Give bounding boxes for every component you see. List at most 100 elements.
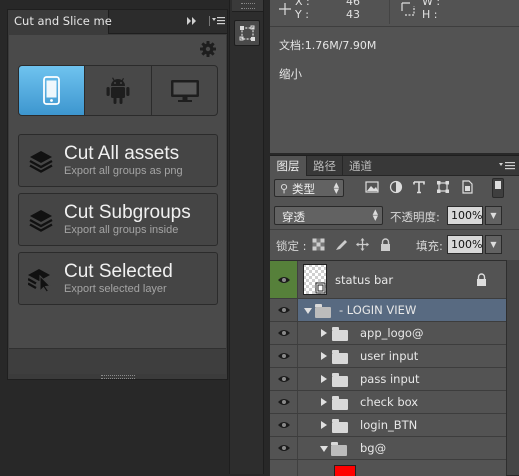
layer-name: - LOGIN VIEW	[339, 303, 417, 317]
lock-pixels-icon[interactable]	[335, 238, 348, 251]
panel-footer	[9, 348, 226, 379]
layer-row-bg[interactable]: bg@	[270, 437, 506, 460]
cut-subgroups-button[interactable]: Cut Subgroups Export all groups inside	[18, 193, 218, 246]
folder-open-icon	[331, 442, 347, 456]
shape-filter-icon[interactable]	[436, 180, 450, 194]
h-label: H :	[422, 8, 438, 21]
layer-row-app-logo[interactable]: app_logo@	[270, 322, 506, 345]
expand-arrow-icon[interactable]	[304, 308, 312, 314]
fill-label: 填充:	[416, 239, 443, 253]
collapsed-arrow-icon[interactable]	[321, 421, 327, 429]
opacity-dropdown-button[interactable]: ▼	[485, 206, 502, 225]
search-icon: ⚲	[280, 182, 289, 195]
eye-icon	[278, 422, 290, 428]
cut-selected-button[interactable]: Cut Selected Export selected layer	[18, 252, 218, 305]
layer-name: user input	[360, 349, 419, 363]
panel-dock-strip	[229, 0, 264, 474]
visibility-toggle[interactable]	[270, 322, 298, 344]
dock-grip[interactable]	[241, 3, 255, 9]
zoom-status: 缩小	[279, 67, 302, 81]
layer-name: check box	[360, 395, 419, 409]
visibility-toggle[interactable]	[270, 368, 298, 390]
layers-cursor-icon	[28, 269, 52, 292]
visibility-toggle[interactable]	[270, 261, 298, 298]
layer-row-login-view[interactable]: - LOGIN VIEW	[270, 299, 506, 322]
lock-position-icon[interactable]	[356, 238, 369, 251]
layer-filter-select[interactable]: ⚲ 类型 ▲ ▼	[274, 179, 344, 197]
folder-icon	[332, 350, 348, 364]
tab-layers[interactable]: 图层	[270, 156, 306, 176]
cut-selected-subtitle: Export selected layer	[64, 283, 167, 295]
gear-icon[interactable]	[199, 40, 217, 58]
divider	[270, 229, 519, 230]
blend-mode-value: 穿透	[282, 210, 305, 224]
document-size: 文档:1.76M/7.90M	[279, 39, 377, 52]
eye-icon	[278, 276, 290, 283]
properties-panel-button[interactable]	[234, 20, 260, 46]
layers-tab-bar: 图层 路径 通道	[270, 156, 519, 176]
visibility-toggle[interactable]	[270, 299, 298, 321]
platform-selector	[18, 65, 218, 116]
visibility-toggle[interactable]	[270, 391, 298, 413]
layers-stack-icon	[29, 151, 53, 173]
lock-all-icon[interactable]	[379, 238, 392, 251]
collapsed-arrow-icon[interactable]	[321, 375, 327, 383]
panel-tab-bar: Cut and Slice me	[8, 10, 227, 34]
platform-desktop-button[interactable]	[151, 66, 217, 115]
x-label: X :	[295, 0, 310, 8]
cut-all-assets-button[interactable]: Cut All assets Export all groups as png	[18, 134, 218, 187]
tab-paths[interactable]: 路径	[306, 156, 342, 176]
visibility-toggle[interactable]	[270, 414, 298, 436]
cut-subgroups-title: Cut Subgroups	[64, 202, 191, 223]
platform-android-button[interactable]	[84, 66, 151, 115]
panel-menu-icon[interactable]	[499, 160, 515, 172]
fill-input[interactable]: 100%	[447, 235, 483, 254]
layer-thumbnail-red	[334, 465, 356, 476]
expand-arrow-icon[interactable]	[320, 446, 328, 452]
tab-channels[interactable]: 通道	[342, 156, 378, 176]
cut-all-assets-subtitle: Export all groups as png	[64, 165, 183, 177]
select-arrows-icon: ▲ ▼	[372, 208, 378, 222]
layer-row-pass-input[interactable]: pass input	[270, 368, 506, 391]
lock-transparency-icon[interactable]	[312, 238, 325, 251]
layers-scrollbar[interactable]	[506, 260, 519, 475]
adjustment-filter-icon[interactable]	[389, 180, 403, 194]
dock-header	[232, 0, 263, 12]
info-divider-vertical	[389, 0, 390, 24]
fill-dropdown-button[interactable]: ▼	[485, 235, 502, 254]
layer-row-login-btn[interactable]: login_BTN	[270, 414, 506, 437]
double-chevron-right-icon[interactable]	[186, 15, 198, 27]
select-arrows-icon: ▲ ▼	[333, 181, 339, 195]
folder-icon	[332, 419, 348, 433]
layer-thumbnail	[303, 264, 327, 295]
collapsed-arrow-icon[interactable]	[321, 352, 327, 360]
opacity-label: 不透明度:	[390, 210, 440, 224]
panel-menu-icon[interactable]	[209, 15, 225, 27]
resize-grip[interactable]	[101, 375, 135, 379]
info-divider	[270, 26, 519, 27]
smart-object-filter-icon[interactable]	[460, 180, 474, 194]
collapsed-arrow-icon[interactable]	[321, 329, 327, 337]
image-filter-icon[interactable]	[365, 180, 379, 194]
filter-toggle-switch[interactable]	[492, 178, 504, 198]
info-panel: X : 46 Y : 43 W : H : 文档:1.76M/7.90M 缩小	[270, 0, 519, 153]
folder-icon	[332, 373, 348, 387]
type-filter-icon[interactable]	[412, 180, 426, 194]
y-value: 43	[346, 8, 360, 21]
blend-mode-select[interactable]: 穿透 ▲ ▼	[274, 206, 383, 225]
platform-ios-button[interactable]	[19, 66, 84, 115]
collapsed-arrow-icon[interactable]	[321, 398, 327, 406]
layer-row-status-bar[interactable]: status bar	[270, 261, 506, 299]
layer-list: status bar - LOGIN VIEW app_logo@ user i…	[270, 260, 506, 476]
opacity-input[interactable]: 100%	[447, 206, 483, 225]
visibility-toggle[interactable]	[270, 345, 298, 367]
layer-row-user-input[interactable]: user input	[270, 345, 506, 368]
layer-name: status bar	[335, 273, 394, 287]
layer-name: pass input	[360, 372, 420, 386]
eye-icon	[278, 330, 290, 336]
toggle-knob	[495, 181, 501, 189]
tab-cut-and-slice[interactable]: Cut and Slice me	[8, 10, 112, 34]
layer-row-check-box[interactable]: check box	[270, 391, 506, 414]
visibility-toggle[interactable]	[270, 437, 298, 459]
lock-icon	[477, 273, 486, 286]
